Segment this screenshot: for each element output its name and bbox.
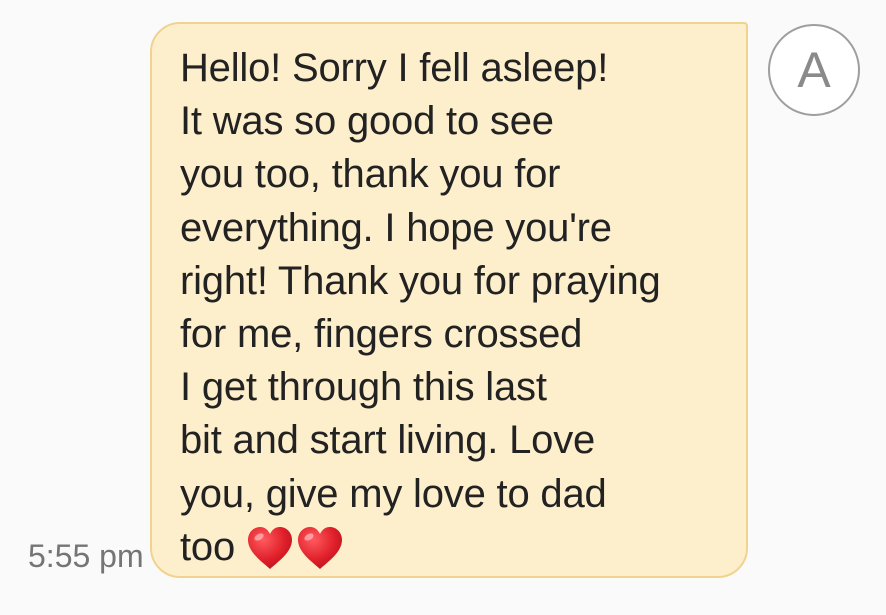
- message-last-line: too: [180, 521, 726, 574]
- red-heart-icon: [248, 527, 293, 570]
- message-line: bit and start living. Love: [180, 418, 596, 463]
- message-bubble[interactable]: Hello! Sorry I fell asleep! It was so go…: [150, 22, 748, 578]
- message-line: everything. I hope you're: [180, 205, 612, 250]
- message-line: you too, thank you for: [180, 152, 561, 197]
- contact-avatar[interactable]: A: [768, 24, 860, 116]
- message-line: I get through this last: [180, 365, 547, 410]
- message-line: It was so good to see: [180, 99, 554, 144]
- message-line: right! Thank you for praying: [180, 258, 661, 303]
- message-line: Hello! Sorry I fell asleep!: [180, 46, 609, 90]
- message-line: for me, fingers crossed: [180, 312, 583, 357]
- red-heart-icon: [298, 527, 343, 570]
- emoji-group: [245, 520, 345, 573]
- avatar-initial: A: [797, 42, 831, 98]
- message-line: you, give my love to dad: [180, 471, 607, 516]
- message-timestamp: 5:55 pm: [28, 538, 144, 574]
- message-line-text: too: [180, 524, 236, 569]
